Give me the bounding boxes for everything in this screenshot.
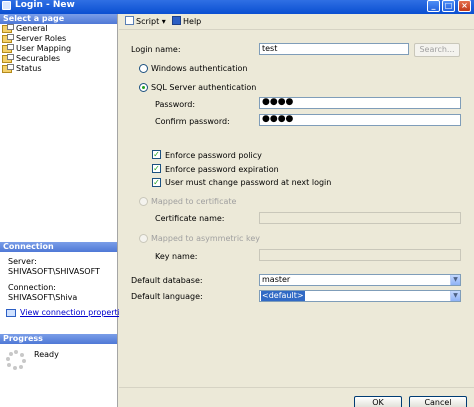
script-icon xyxy=(125,16,134,25)
close-button[interactable]: × xyxy=(458,0,471,12)
page-icon xyxy=(2,64,14,73)
windows-auth-label: Windows authentication xyxy=(151,64,248,73)
cert-name-label: Certificate name: xyxy=(155,214,225,223)
password-label: Password: xyxy=(155,100,196,109)
cancel-button[interactable]: Cancel xyxy=(409,396,467,407)
enforce-expiration-checkbox[interactable]: ✓ xyxy=(152,164,161,173)
select-page-header: Select a page xyxy=(0,14,117,24)
page-item-general[interactable]: General xyxy=(2,24,48,34)
search-button[interactable]: Search... xyxy=(414,43,460,57)
default-lang-value: <default> xyxy=(261,291,305,301)
minimize-button[interactable]: _ xyxy=(427,0,440,12)
default-lang-label: Default language: xyxy=(131,292,203,301)
toolbar: Script ▾ Help xyxy=(119,14,474,30)
server-label: Server: xyxy=(8,257,37,266)
key-name-input[interactable] xyxy=(259,249,461,261)
enforce-policy-label: Enforce password policy xyxy=(165,151,262,160)
page-item-label: User Mapping xyxy=(16,44,72,53)
script-label: Script xyxy=(136,17,160,26)
key-name-label: Key name: xyxy=(155,252,198,261)
window-title: Login - New xyxy=(15,0,75,10)
page-item-user-mapping[interactable]: User Mapping xyxy=(2,44,71,54)
sql-auth-label: SQL Server authentication xyxy=(151,83,257,92)
enforce-policy-checkbox[interactable]: ✓ xyxy=(152,150,161,159)
script-button[interactable]: Script ▾ xyxy=(125,16,166,28)
ok-button[interactable]: OK xyxy=(354,396,402,407)
page-icon xyxy=(2,34,14,43)
page-item-server-roles[interactable]: Server Roles xyxy=(2,34,66,44)
general-page: Login name: test Search... Windows authe… xyxy=(119,31,474,387)
progress-spinner-icon xyxy=(6,350,26,370)
default-db-label: Default database: xyxy=(131,276,203,285)
connection-label: Connection: xyxy=(8,283,56,292)
help-icon xyxy=(172,16,181,25)
windows-auth-radio[interactable] xyxy=(139,64,148,73)
window-icon xyxy=(2,1,11,10)
help-label: Help xyxy=(183,17,202,26)
cert-name-input[interactable] xyxy=(259,212,461,224)
mapped-cert-radio[interactable] xyxy=(139,197,148,206)
connection-header: Connection xyxy=(0,242,117,252)
page-icon xyxy=(2,24,14,33)
page-item-securables[interactable]: Securables xyxy=(2,54,60,64)
progress-header: Progress xyxy=(0,334,117,344)
confirm-password-label: Confirm password: xyxy=(155,117,230,126)
page-item-label: General xyxy=(16,24,48,33)
default-lang-select[interactable]: <default> ▼ xyxy=(259,290,461,302)
must-change-checkbox[interactable]: ✓ xyxy=(152,178,161,187)
page-item-label: Server Roles xyxy=(16,34,67,43)
server-value: SHIVASOFT\SHIVASOFT xyxy=(8,267,100,276)
mapped-cert-label: Mapped to certificate xyxy=(151,197,237,206)
login-name-input[interactable]: test xyxy=(259,43,409,55)
page-item-label: Securables xyxy=(16,54,61,63)
page-item-status[interactable]: Status xyxy=(2,64,42,74)
enforce-expiration-label: Enforce password expiration xyxy=(165,165,279,174)
must-change-label: User must change password at next login xyxy=(165,178,332,187)
progress-status: Ready xyxy=(34,350,59,359)
title-bar: Login - New _ □ × xyxy=(0,0,474,14)
default-db-value: master xyxy=(262,275,291,284)
page-icon xyxy=(2,44,14,53)
password-input[interactable]: ●●●● xyxy=(259,97,461,109)
chevron-down-icon[interactable]: ▼ xyxy=(450,275,460,285)
sql-auth-radio[interactable] xyxy=(139,83,148,92)
page-item-label: Status xyxy=(16,64,42,73)
login-name-label: Login name: xyxy=(131,45,181,54)
help-button[interactable]: Help xyxy=(172,16,201,28)
mapped-key-radio[interactable] xyxy=(139,234,148,243)
connection-value: SHIVASOFT\Shiva xyxy=(8,293,78,302)
confirm-password-input[interactable]: ●●●● xyxy=(259,114,461,126)
maximize-button[interactable]: □ xyxy=(442,0,455,12)
view-connection-properties-link[interactable]: View connection properties xyxy=(20,308,129,318)
chevron-down-icon[interactable]: ▼ xyxy=(450,291,460,301)
left-pane: Select a page General Server Roles User … xyxy=(0,14,129,407)
dialog-footer: OK Cancel xyxy=(119,387,474,407)
connection-properties-icon xyxy=(6,309,16,317)
default-db-select[interactable]: master ▼ xyxy=(259,274,461,286)
page-icon xyxy=(2,54,14,63)
mapped-key-label: Mapped to asymmetric key xyxy=(151,234,260,243)
